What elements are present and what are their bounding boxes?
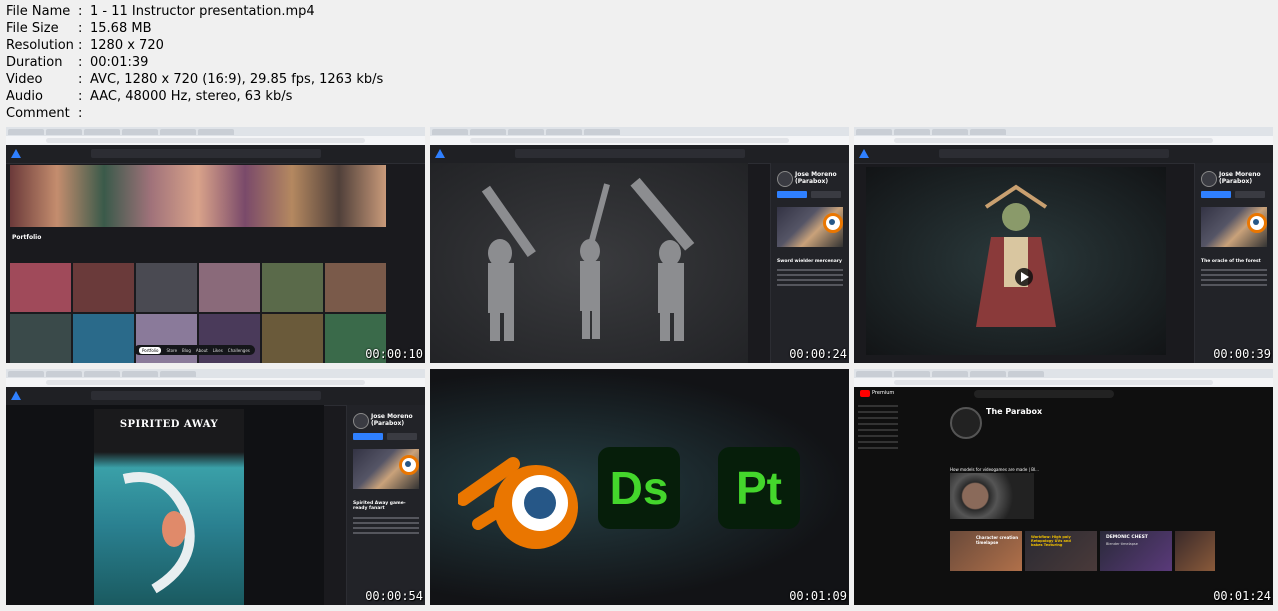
browser-address-bar (854, 378, 1273, 387)
artstation-logo-icon (859, 149, 869, 158)
channel-avatar (950, 407, 982, 439)
youtube-logo-icon (860, 390, 870, 397)
substance-painter-logo-icon: Pt (718, 447, 800, 529)
save-button (1235, 191, 1265, 198)
artstation-logo-icon (435, 149, 445, 158)
follow-button (1201, 191, 1231, 198)
blender-logo-icon (458, 457, 578, 549)
author-name: Jose Moreno (Parabox) (1219, 171, 1261, 185)
meta-comment: Comment: (6, 106, 83, 121)
video-title: How models for videogames are made | Bl.… (950, 467, 1039, 472)
viewer-area: SPIRITED AWAY (6, 405, 324, 605)
profile-menu: Portfolio Store Blog About Likes Challen… (134, 345, 255, 355)
browser-tabbar (430, 127, 849, 136)
shelf-title-2: Workflow: High poly Retopology UVs and b… (1031, 535, 1071, 547)
thumbnail-1[interactable]: Portfolio Portfolio Store Blog About Lik… (6, 127, 425, 363)
avatar (1201, 171, 1217, 187)
blender-logo-icon (399, 455, 419, 475)
thumbnail-grid: Portfolio Portfolio Store Blog About Lik… (6, 127, 1274, 607)
save-button (811, 191, 841, 198)
youtube-topbar: Premium (854, 387, 1273, 401)
brand-label: Premium (872, 390, 895, 396)
viewer-area (430, 163, 748, 363)
browser-tabbar (854, 127, 1273, 136)
meta-duration: Duration:00:01:39 (6, 55, 149, 70)
browser-address-bar (6, 136, 425, 145)
artstation-appbar (6, 387, 425, 406)
artstation-appbar (430, 145, 849, 164)
video-thumbnail (950, 473, 1034, 519)
thumbnail-4[interactable]: SPIRITED AWAY Jose Moreno (Parabox) Spir… (6, 369, 425, 605)
author-panel: Jose Moreno (Parabox) Sword wielder merc… (770, 163, 849, 363)
meta-video: Video: AVC, 1280 x 720 (16:9), 29.85 fps,… (6, 72, 384, 87)
avatar (353, 413, 369, 429)
meta-audio: Audio: AAC, 48000 Hz, stereo, 63 kb/s (6, 89, 293, 104)
browser-address-bar (854, 136, 1273, 145)
meta-file-size: File Size:15.68 MB (6, 21, 152, 36)
thumbnail-2[interactable]: Jose Moreno (Parabox) Sword wielder merc… (430, 127, 849, 363)
artstation-appbar (854, 145, 1273, 164)
follow-button (777, 191, 807, 198)
artstation-logo-icon (11, 149, 21, 158)
project-title: The oracle of the forest (1201, 259, 1261, 264)
thumbnail-6[interactable]: Premium The Parabox How models for video… (854, 369, 1273, 605)
timestamp: 00:00:24 (789, 347, 847, 361)
author-panel: Jose Moreno (Parabox) The oracle of the … (1194, 163, 1273, 363)
meta-file-name: File Name:1 - 11 Instructor presentation… (6, 4, 315, 19)
dragon-figure-image (122, 472, 195, 594)
meta-resolution: Resolution:1280 x 720 (6, 38, 164, 53)
metadata-block: File Name:1 - 11 Instructor presentation… (6, 3, 383, 122)
thumbnail-5[interactable]: Ds Pt 00:01:09 (430, 369, 849, 605)
oracle-figure-image (976, 184, 1056, 327)
blender-logo-icon (823, 213, 843, 233)
thumbnail-3[interactable]: Jose Moreno (Parabox) The oracle of the … (854, 127, 1273, 363)
browser-address-bar (430, 136, 849, 145)
shelf-title-1: Character creation timelapse (976, 535, 1019, 545)
project-title: Spirited Away game-ready fanart (353, 501, 406, 511)
video-shelf: Character creation timelapse Workflow: H… (950, 531, 1215, 571)
timestamp: 00:00:10 (365, 347, 423, 361)
spirited-away-poster: SPIRITED AWAY (94, 409, 244, 605)
avatar (777, 171, 793, 187)
shelf-title-3: DEMONIC CHEST (1106, 535, 1148, 540)
author-panel: Jose Moreno (Parabox) Spirited Away game… (346, 405, 425, 605)
timestamp: 00:00:54 (365, 589, 423, 603)
youtube-sidebar (854, 401, 902, 605)
timestamp: 00:01:09 (789, 589, 847, 603)
browser-address-bar (6, 378, 425, 387)
substance-designer-logo-icon: Ds (598, 447, 680, 529)
author-name: Jose Moreno (Parabox) (371, 413, 413, 427)
artstation-appbar (6, 145, 425, 164)
project-title: Sword wielder mercenary (777, 259, 842, 264)
channel-name: The Parabox (986, 407, 1043, 416)
viewer-area (866, 167, 1166, 355)
browser-tabbar (6, 369, 425, 378)
portfolio-banner (10, 165, 386, 227)
shelf-subtitle-3: Blender timelapse (1106, 542, 1138, 546)
author-name: Jose Moreno (Parabox) (795, 171, 837, 185)
sword-figures-image (481, 177, 695, 341)
portfolio-heading: Portfolio (12, 234, 42, 241)
timestamp: 00:00:39 (1213, 347, 1271, 361)
save-button (387, 433, 417, 440)
timestamp: 00:01:24 (1213, 589, 1271, 603)
browser-tabbar (6, 127, 425, 136)
browser-tabbar (854, 369, 1273, 378)
blender-logo-icon (1247, 213, 1267, 233)
artstation-logo-icon (11, 391, 21, 400)
follow-button (353, 433, 383, 440)
